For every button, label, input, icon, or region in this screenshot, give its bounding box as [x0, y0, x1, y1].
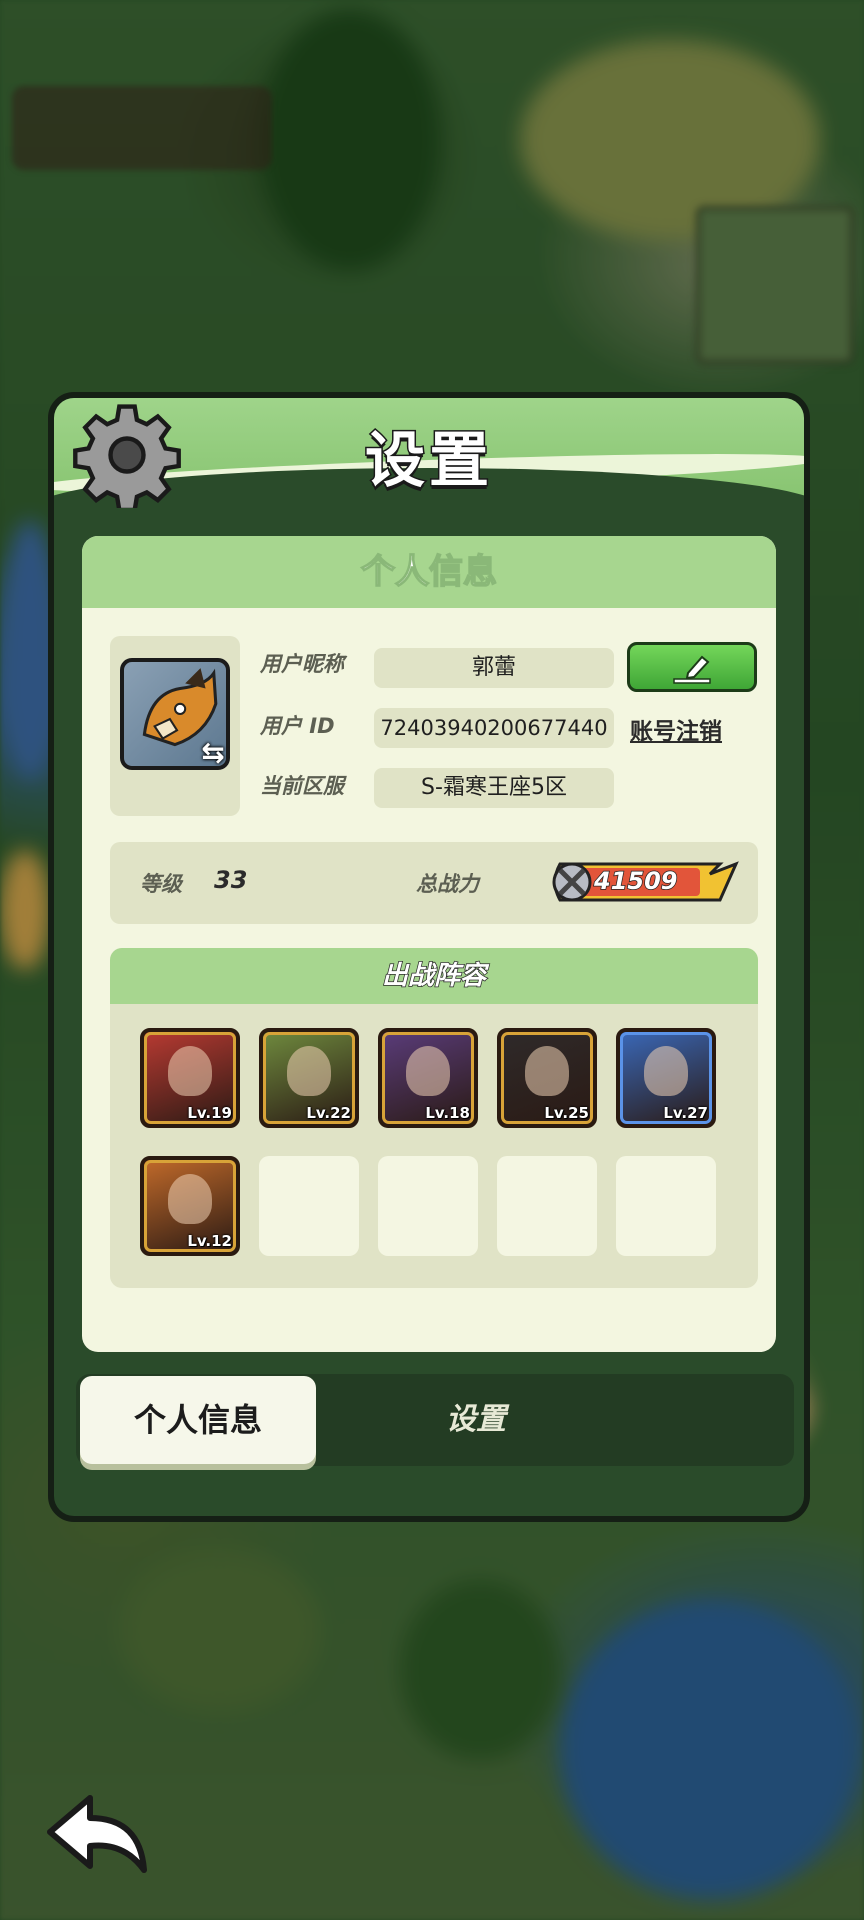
- settings-dialog: 设置 个人信息 ⇆ 用户昵称 郭蕾 用户 ID 7240394020067744…: [48, 392, 810, 1522]
- power-value: 41509: [593, 866, 678, 896]
- server-value: S-霜寒王座5区: [374, 768, 614, 808]
- hero-slot[interactable]: Lv.25: [497, 1028, 597, 1128]
- level-value: 33: [214, 866, 248, 894]
- hero-slot[interactable]: Lv.19: [140, 1028, 240, 1128]
- power-label: 总战力: [416, 872, 479, 896]
- tab-bar: 个人信息 设置: [76, 1374, 794, 1466]
- avatar[interactable]: ⇆: [110, 636, 240, 816]
- empty-slot[interactable]: [497, 1156, 597, 1256]
- tab-settings[interactable]: 设置: [376, 1374, 576, 1466]
- empty-slot[interactable]: [616, 1156, 716, 1256]
- hero-level: Lv.19: [187, 1104, 232, 1122]
- hero-slot[interactable]: Lv.12: [140, 1156, 240, 1256]
- pencil-icon: [673, 655, 711, 684]
- swap-icon[interactable]: ⇆: [196, 736, 226, 766]
- hero-slot[interactable]: Lv.27: [616, 1028, 716, 1128]
- back-arrow-icon[interactable]: [42, 1790, 152, 1880]
- section-title: 个人信息: [82, 536, 776, 608]
- hero-level: Lv.27: [663, 1104, 708, 1122]
- dialog-header: 设置: [54, 398, 804, 508]
- empty-slot[interactable]: [259, 1156, 359, 1256]
- tab-profile[interactable]: 个人信息: [80, 1376, 316, 1464]
- nickname-value: 郭蕾: [374, 648, 614, 688]
- cancel-account-link[interactable]: 账号注销: [630, 712, 722, 746]
- hero-slot[interactable]: Lv.18: [378, 1028, 478, 1128]
- hero-level: Lv.18: [425, 1104, 470, 1122]
- server-label: 当前区服: [260, 774, 344, 798]
- profile-card: 个人信息 ⇆ 用户昵称 郭蕾 用户 ID 72403940200677440 账…: [82, 536, 776, 1352]
- nickname-label: 用户昵称: [260, 652, 344, 676]
- stats-bar: 等级 33 总战力 41509: [110, 842, 758, 924]
- crossed-swords-icon: [558, 868, 586, 896]
- hero-level: Lv.25: [544, 1104, 589, 1122]
- avatar-image: ⇆: [120, 658, 230, 770]
- edit-nickname-button[interactable]: [627, 642, 757, 692]
- hero-slot[interactable]: Lv.22: [259, 1028, 359, 1128]
- level-label: 等级: [140, 872, 182, 896]
- power-badge: 41509: [550, 860, 740, 904]
- dialog-title: 设置: [364, 425, 493, 498]
- user-id-label: 用户 ID: [260, 714, 335, 738]
- battle-lineup: 出战阵容 Lv.19 Lv.22 Lv.18 Lv.25 Lv.27 Lv.12: [110, 948, 758, 1288]
- hero-level: Lv.22: [306, 1104, 351, 1122]
- lineup-title: 出战阵容: [110, 948, 758, 1004]
- user-id-value: 72403940200677440: [374, 708, 614, 748]
- empty-slot[interactable]: [378, 1156, 478, 1256]
- hero-level: Lv.12: [187, 1232, 232, 1250]
